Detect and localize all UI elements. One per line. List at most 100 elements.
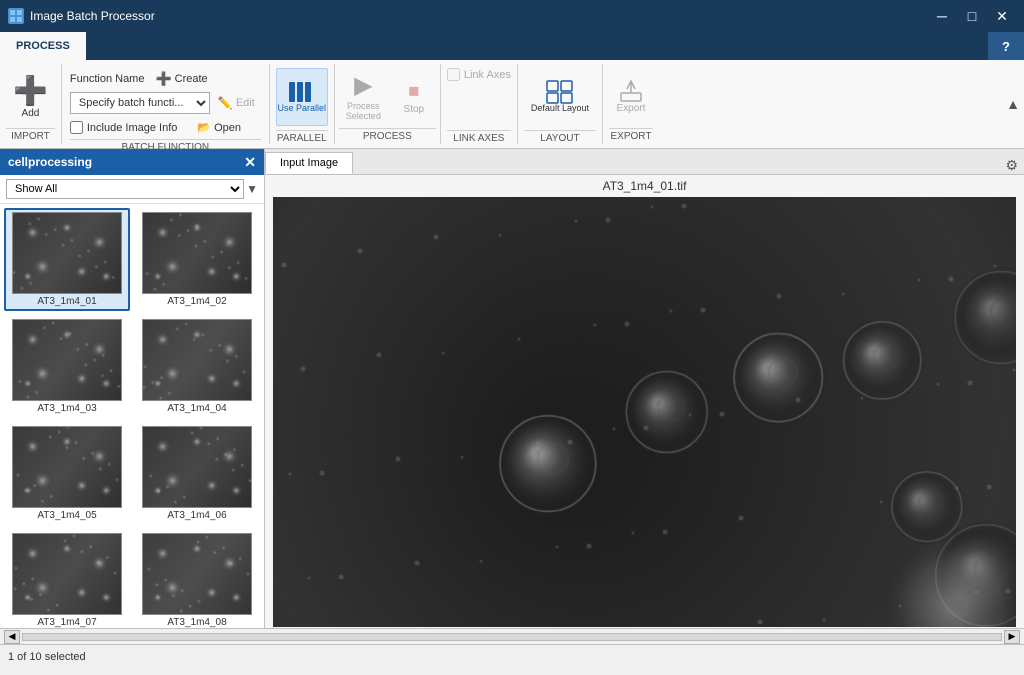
main-image-container — [265, 197, 1024, 628]
scroll-track[interactable] — [22, 633, 1002, 641]
link-axes-group-label: LINK AXES — [447, 130, 511, 144]
link-axes-checkbox[interactable] — [447, 68, 460, 81]
thumbnail-label-AT3_1m4_07: AT3_1m4_07 — [37, 617, 96, 628]
link-axes-group: Link Axes LINK AXES — [441, 64, 518, 144]
process-icon: ▶ — [354, 72, 372, 101]
bottom-scroll-area: ◀ ▶ — [0, 628, 1024, 644]
thumbnail-label-AT3_1m4_04: AT3_1m4_04 — [167, 403, 226, 414]
app-icon — [8, 8, 24, 24]
process-group-label: PROCESS — [339, 128, 436, 142]
default-layout-label: Default Layout — [531, 104, 589, 114]
thumbnail-AT3_1m4_05[interactable]: AT3_1m4_05 — [4, 422, 130, 525]
open-icon: 📂 — [197, 121, 211, 134]
create-button[interactable]: ➕ Create — [148, 68, 214, 90]
scroll-right-button[interactable]: ▶ — [1004, 630, 1020, 644]
create-icon: ➕ — [155, 71, 171, 87]
process-selected-col: ▶ ProcessSelected — [339, 68, 388, 126]
thumb-image-AT3_1m4_03 — [12, 319, 122, 401]
thumbnail-AT3_1m4_03[interactable]: AT3_1m4_03 — [4, 315, 130, 418]
content-area: Input Image ⚙ AT3_1m4_01.tif — [265, 149, 1024, 628]
import-group-label: IMPORT — [6, 128, 55, 142]
sidebar-close-icon[interactable]: ✕ — [244, 154, 256, 171]
title-bar: Image Batch Processor ─ □ ✕ — [0, 0, 1024, 32]
sidebar-header: cellprocessing ✕ — [0, 149, 264, 175]
thumbnail-AT3_1m4_08[interactable]: AT3_1m4_08 — [134, 529, 260, 628]
tab-settings-icon[interactable]: ⚙ — [999, 157, 1024, 174]
ribbon-tabs: PROCESS ? — [0, 32, 1024, 60]
image-grid: AT3_1m4_01 AT3_1m4_02 AT3_1m4_03 AT3_1m4_04… — [0, 204, 264, 628]
tab-input-image[interactable]: Input Image — [265, 152, 353, 174]
include-image-info-checkbox[interactable] — [70, 121, 83, 134]
ribbon-content: ➕ Add IMPORT Function Name ➕ Create Spec… — [0, 60, 1024, 148]
open-button[interactable]: 📂 Open — [191, 118, 247, 137]
layout-group-label: LAYOUT — [524, 130, 596, 144]
collapse-ribbon-button[interactable]: ▲ — [1006, 96, 1024, 112]
include-image-info-row: Include Image Info 📂 Open — [70, 118, 261, 137]
ribbon: ➕ Add IMPORT Function Name ➕ Create Spec… — [0, 60, 1024, 149]
thumbnail-label-AT3_1m4_06: AT3_1m4_06 — [167, 510, 226, 521]
content-tabs: Input Image ⚙ — [265, 149, 1024, 175]
thumb-image-AT3_1m4_07 — [12, 533, 122, 615]
edit-button[interactable]: ✏️ Edit — [212, 93, 261, 113]
process-selected-button[interactable]: ▶ ProcessSelected — [339, 68, 388, 126]
process-selected-label: ProcessSelected — [346, 101, 381, 123]
function-dropdown-row: Specify batch functi... ✏️ Edit — [70, 92, 261, 114]
tab-process[interactable]: PROCESS — [0, 32, 86, 60]
add-icon: ➕ — [13, 74, 48, 108]
include-image-info-label: Include Image Info — [87, 122, 178, 134]
title-bar-controls: ─ □ ✕ — [928, 2, 1016, 30]
process-group: ▶ ProcessSelected ⏹ Stop PROCESS — [335, 64, 441, 144]
thumbnail-label-AT3_1m4_08: AT3_1m4_08 — [167, 617, 226, 628]
layout-icon — [546, 80, 574, 104]
thumbnail-AT3_1m4_02[interactable]: AT3_1m4_02 — [134, 208, 260, 311]
thumbnail-AT3_1m4_04[interactable]: AT3_1m4_04 — [134, 315, 260, 418]
export-button[interactable]: Export — [609, 68, 653, 126]
thumb-image-AT3_1m4_06 — [142, 426, 252, 508]
export-group: Export EXPORT — [603, 64, 659, 144]
parallel-group: Use Parallel PARALLEL — [270, 64, 335, 144]
function-dropdown[interactable]: Specify batch functi... — [70, 92, 210, 114]
thumbnail-label-AT3_1m4_01: AT3_1m4_01 — [37, 296, 96, 307]
minimize-button[interactable]: ─ — [928, 2, 956, 30]
batch-fn-top-row: Function Name ➕ Create — [70, 68, 261, 90]
process-buttons-row: ▶ ProcessSelected ⏹ Stop — [339, 68, 436, 126]
use-parallel-button[interactable]: Use Parallel — [276, 68, 328, 126]
stop-button[interactable]: ⏹ Stop — [392, 68, 436, 126]
thumbnail-AT3_1m4_07[interactable]: AT3_1m4_07 — [4, 529, 130, 628]
close-button[interactable]: ✕ — [988, 2, 1016, 30]
link-axes-label: Link Axes — [464, 69, 511, 81]
thumbnail-label-AT3_1m4_02: AT3_1m4_02 — [167, 296, 226, 307]
parallel-group-label: PARALLEL — [276, 130, 328, 144]
export-group-label: EXPORT — [609, 128, 653, 142]
selection-status: 1 of 10 selected — [8, 651, 86, 663]
thumb-image-AT3_1m4_08 — [142, 533, 252, 615]
batch-function-group: Function Name ➕ Create Specify batch fun… — [62, 64, 270, 144]
stop-icon: ⏹ — [408, 78, 419, 104]
use-parallel-label: Use Parallel — [278, 104, 327, 114]
export-icon — [619, 79, 643, 103]
thumbnail-label-AT3_1m4_03: AT3_1m4_03 — [37, 403, 96, 414]
title-bar-left: Image Batch Processor — [8, 8, 155, 24]
main-area: cellprocessing ✕ Show All Processed Unpr… — [0, 149, 1024, 628]
content-body: AT3_1m4_01.tif — [265, 175, 1024, 628]
thumbnail-label-AT3_1m4_05: AT3_1m4_05 — [37, 510, 96, 521]
add-button[interactable]: ➕ Add — [6, 68, 55, 126]
thumb-image-AT3_1m4_05 — [12, 426, 122, 508]
app-title: Image Batch Processor — [30, 9, 155, 23]
maximize-button[interactable]: □ — [958, 2, 986, 30]
scroll-left-button[interactable]: ◀ — [4, 630, 20, 644]
sidebar-title: cellprocessing — [8, 155, 92, 169]
function-name-label: Function Name — [70, 73, 145, 85]
status-bar: 1 of 10 selected — [0, 644, 1024, 668]
thumb-image-AT3_1m4_02 — [142, 212, 252, 294]
thumbnail-AT3_1m4_01[interactable]: AT3_1m4_01 — [4, 208, 130, 311]
filter-dropdown-arrow: ▼ — [246, 182, 258, 196]
filter-dropdown[interactable]: Show All Processed Unprocessed — [6, 179, 244, 199]
default-layout-button[interactable]: Default Layout — [524, 68, 596, 126]
thumbnail-AT3_1m4_06[interactable]: AT3_1m4_06 — [134, 422, 260, 525]
thumb-image-AT3_1m4_04 — [142, 319, 252, 401]
import-group: ➕ Add IMPORT — [0, 64, 62, 144]
thumb-image-AT3_1m4_01 — [12, 212, 122, 294]
layout-group: Default Layout LAYOUT — [518, 64, 603, 144]
help-button[interactable]: ? — [988, 32, 1024, 60]
